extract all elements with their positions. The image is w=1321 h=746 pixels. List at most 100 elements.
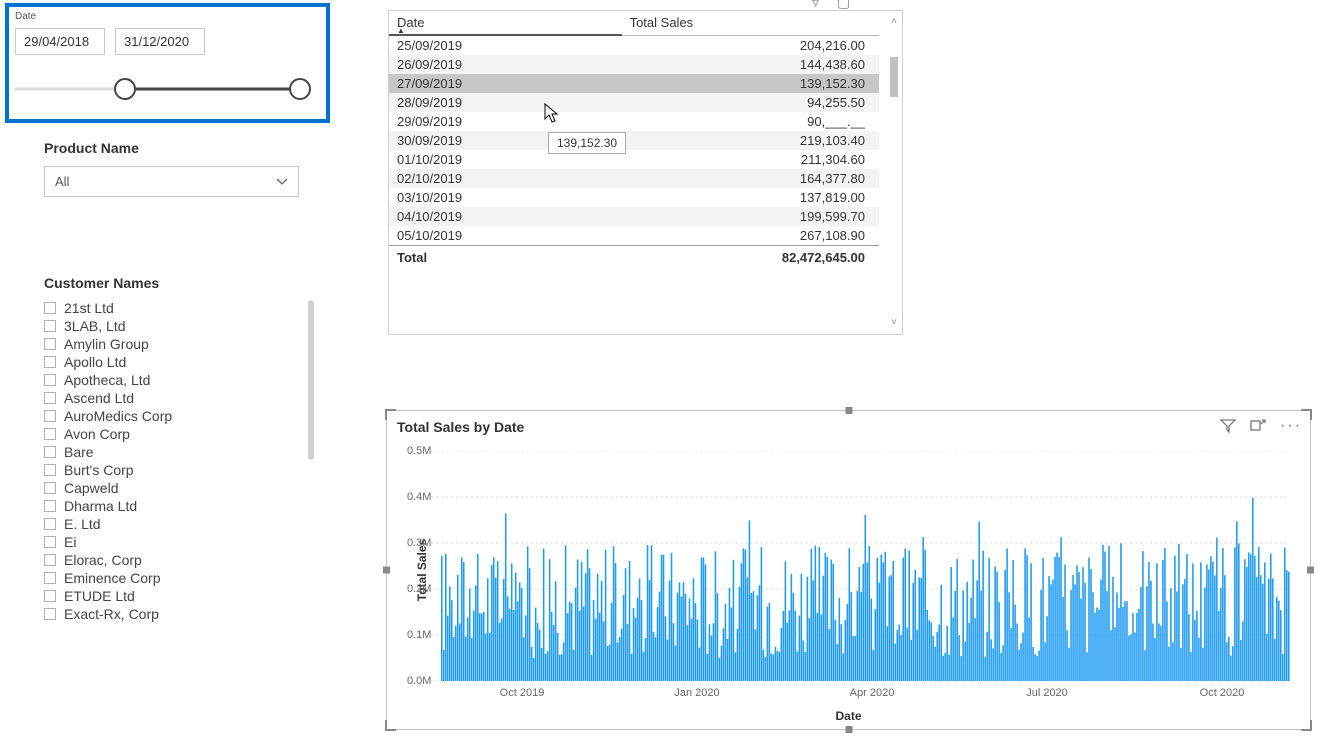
customer-list[interactable]: 21st Ltd3LAB, LtdAmylin GroupApollo LtdA… [44,299,314,623]
filter-icon[interactable] [1220,418,1236,434]
checkbox[interactable] [44,302,56,314]
xtick-0: Oct 2019 [500,687,545,699]
customer-item[interactable]: Apollo Ltd [44,353,314,371]
table-scrollbar[interactable]: ˄ ˅ [888,15,900,330]
table-cell-sales: 94,255.50 [622,93,879,112]
customer-item[interactable]: Amylin Group [44,335,314,353]
resize-handle-n[interactable] [845,407,852,414]
date-range-slider[interactable] [15,77,320,101]
checkbox[interactable] [44,482,56,494]
table-row[interactable]: 04/10/2019199,599.70 [389,207,879,226]
table-row[interactable]: 26/09/2019144,438.60 [389,55,879,74]
table-row[interactable]: 02/10/2019164,377.80 [389,169,879,188]
customer-item-label: Bare [64,444,94,460]
resize-handle-s[interactable] [845,726,852,733]
date-start-input[interactable]: 29/04/2018 [15,28,105,55]
customer-slicer-title: Customer Names [44,275,314,291]
customer-item[interactable]: 3LAB, Ltd [44,317,314,335]
checkbox[interactable] [44,500,56,512]
table-cell-date: 04/10/2019 [389,207,622,226]
table-col-date[interactable]: Date ▲ [389,11,622,35]
table-cell-sales: 139,152.30 [622,74,879,93]
resize-corner-nw[interactable] [385,409,397,421]
resize-handle-e[interactable] [1307,567,1314,574]
checkbox[interactable] [44,518,56,530]
chart-title: Total Sales by Date [387,411,1310,435]
customer-item-label: Amylin Group [64,336,149,352]
date-slicer: Date 29/04/2018 31/12/2020 [5,3,330,123]
resize-corner-se[interactable] [1300,719,1312,731]
customer-item[interactable]: Burt's Corp [44,461,314,479]
customer-item-label: Avon Corp [64,426,130,442]
slider-handle-start[interactable] [114,78,136,100]
checkbox[interactable] [44,572,56,584]
checkbox[interactable] [44,410,56,422]
ytick-3: 0.3M [407,537,431,549]
chart-x-axis-label: Date [835,709,861,723]
checkbox[interactable] [44,320,56,332]
table-cell-date: 26/09/2019 [389,55,622,74]
slider-handle-end[interactable] [289,78,311,100]
table-row[interactable]: 25/09/2019204,216.00 [389,35,879,55]
customer-item[interactable]: ETUDE Ltd [44,587,314,605]
table-cell-sales: 144,438.60 [622,55,879,74]
table-visual[interactable]: Date ▲ Total Sales 25/09/2019204,216.002… [388,10,903,335]
customer-item[interactable]: Ascend Ltd [44,389,314,407]
table-row[interactable]: 28/09/201994,255.50 [389,93,879,112]
scroll-up-icon[interactable]: ˄ [888,15,900,29]
customer-item[interactable]: E. Ltd [44,515,314,533]
xtick-1: Jan 2020 [674,687,719,699]
table-row[interactable]: 27/09/2019139,152.30 [389,74,879,93]
customer-item[interactable]: Eminence Corp [44,569,314,587]
customer-item[interactable]: Ei [44,533,314,551]
chart-visual[interactable]: Total Sales by Date ··· Total Sales Date… [386,410,1311,730]
customer-item[interactable]: Elorac, Corp [44,551,314,569]
table-cell-sales: 267,108.90 [622,226,879,246]
customer-item[interactable]: Capweld [44,479,314,497]
customer-scrollbar[interactable] [308,300,314,460]
checkbox[interactable] [44,554,56,566]
customer-item[interactable]: Apotheca, Ltd [44,371,314,389]
checkbox[interactable] [44,392,56,404]
more-options-icon[interactable]: ··· [1280,417,1302,435]
customer-item[interactable]: Avon Corp [44,425,314,443]
customer-item-label: 21st Ltd [64,300,114,316]
checkbox[interactable] [44,428,56,440]
table-cell-date: 02/10/2019 [389,169,622,188]
checkbox[interactable] [44,356,56,368]
scroll-down-icon[interactable]: ˅ [888,316,900,330]
date-slicer-label: Date [15,11,320,22]
table-cell-sales: 204,216.00 [622,35,879,55]
resize-corner-sw[interactable] [385,719,397,731]
customer-item[interactable]: Dharma Ltd [44,497,314,515]
resize-handle-w[interactable] [383,567,390,574]
table-row[interactable]: 30/09/2019219,103.40 [389,131,879,150]
table-row[interactable]: 01/10/2019211,304.60 [389,150,879,169]
customer-item[interactable]: Exact-Rx, Corp [44,605,314,623]
product-dropdown-value: All [55,174,69,189]
customer-item-label: Apollo Ltd [64,354,126,370]
table-row[interactable]: 05/10/2019267,108.90 [389,226,879,246]
customer-item[interactable]: AuroMedics Corp [44,407,314,425]
checkbox[interactable] [44,374,56,386]
table-row[interactable]: 03/10/2019137,819.00 [389,188,879,207]
ytick-4: 0.4M [407,491,431,503]
table-cell-sales: 211,304.60 [622,150,879,169]
table-cell-date: 29/09/2019 [389,112,622,131]
table-col-sales[interactable]: Total Sales [622,11,879,35]
focus-mode-icon[interactable] [1250,418,1266,434]
table-row[interactable]: 29/09/201990,___.__ [389,112,879,131]
checkbox[interactable] [44,446,56,458]
checkbox[interactable] [44,536,56,548]
checkbox[interactable] [44,464,56,476]
checkbox[interactable] [44,590,56,602]
table-total-value: 82,472,645.00 [622,246,879,270]
checkbox[interactable] [44,338,56,350]
scroll-thumb[interactable] [890,57,898,97]
date-end-input[interactable]: 31/12/2020 [115,28,205,55]
customer-item[interactable]: Bare [44,443,314,461]
checkbox[interactable] [44,608,56,620]
customer-item[interactable]: 21st Ltd [44,299,314,317]
product-dropdown[interactable]: All [44,166,299,197]
customer-item-label: Eminence Corp [64,570,161,586]
